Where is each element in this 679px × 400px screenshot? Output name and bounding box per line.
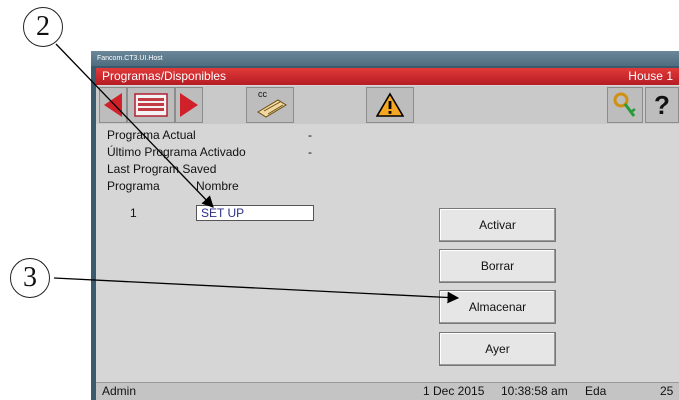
column-program-header: Programa xyxy=(107,179,160,193)
activate-button[interactable]: Activar xyxy=(439,208,556,242)
forward-arrow-icon xyxy=(180,93,198,117)
last-activated-value: - xyxy=(308,145,312,159)
back-button[interactable] xyxy=(99,87,127,123)
list-button[interactable] xyxy=(127,87,175,123)
warning-icon xyxy=(376,92,404,117)
status-date: 1 Dec 2015 xyxy=(423,384,485,398)
back-arrow-icon xyxy=(104,93,122,117)
program-number: 1 xyxy=(130,206,137,220)
toolbar: cc ? xyxy=(96,86,679,124)
client-area: Programas/Disponibles House 1 cc ? Progr… xyxy=(96,68,679,400)
help-icon: ? xyxy=(654,89,670,120)
cc-keyboard-icon xyxy=(257,99,287,118)
cc-button[interactable]: cc xyxy=(246,87,294,123)
last-activated-label: Último Programa Activado xyxy=(107,145,246,159)
list-icon xyxy=(134,93,168,117)
status-number: 25 xyxy=(660,384,674,398)
yesterday-button[interactable]: Ayer xyxy=(439,332,556,366)
column-name-header: Nombre xyxy=(196,179,239,193)
house-label: House 1 xyxy=(628,69,673,83)
page-title: Programas/Disponibles xyxy=(102,69,227,83)
help-button[interactable]: ? xyxy=(645,87,679,123)
program-panel: Programa Actual - Último Programa Activa… xyxy=(96,125,679,382)
status-user: Admin xyxy=(102,384,137,398)
program-name-field[interactable]: SET UP xyxy=(196,205,314,221)
forward-button[interactable] xyxy=(175,87,203,123)
app-window: Fancom.CT3.UI.Host Programas/Disponibles… xyxy=(91,51,679,400)
status-time: 10:38:58 am xyxy=(501,384,568,398)
callout-3: 3 xyxy=(10,258,50,298)
warning-button[interactable] xyxy=(366,87,414,123)
status-bar: Admin 1 Dec 2015 10:38:58 am Eda 25 xyxy=(96,382,679,400)
header-bar: Programas/Disponibles House 1 xyxy=(96,68,679,85)
window-titlebar: Fancom.CT3.UI.Host xyxy=(91,51,679,66)
store-button[interactable]: Almacenar xyxy=(439,290,556,324)
status-mode: Eda xyxy=(585,384,607,398)
key-icon xyxy=(613,92,636,117)
key-button[interactable] xyxy=(607,87,643,123)
callout-2: 2 xyxy=(23,7,63,47)
current-program-value: - xyxy=(308,128,312,142)
last-saved-label: Last Program Saved xyxy=(107,162,217,176)
current-program-label: Programa Actual xyxy=(107,128,196,142)
delete-button[interactable]: Borrar xyxy=(439,249,556,283)
